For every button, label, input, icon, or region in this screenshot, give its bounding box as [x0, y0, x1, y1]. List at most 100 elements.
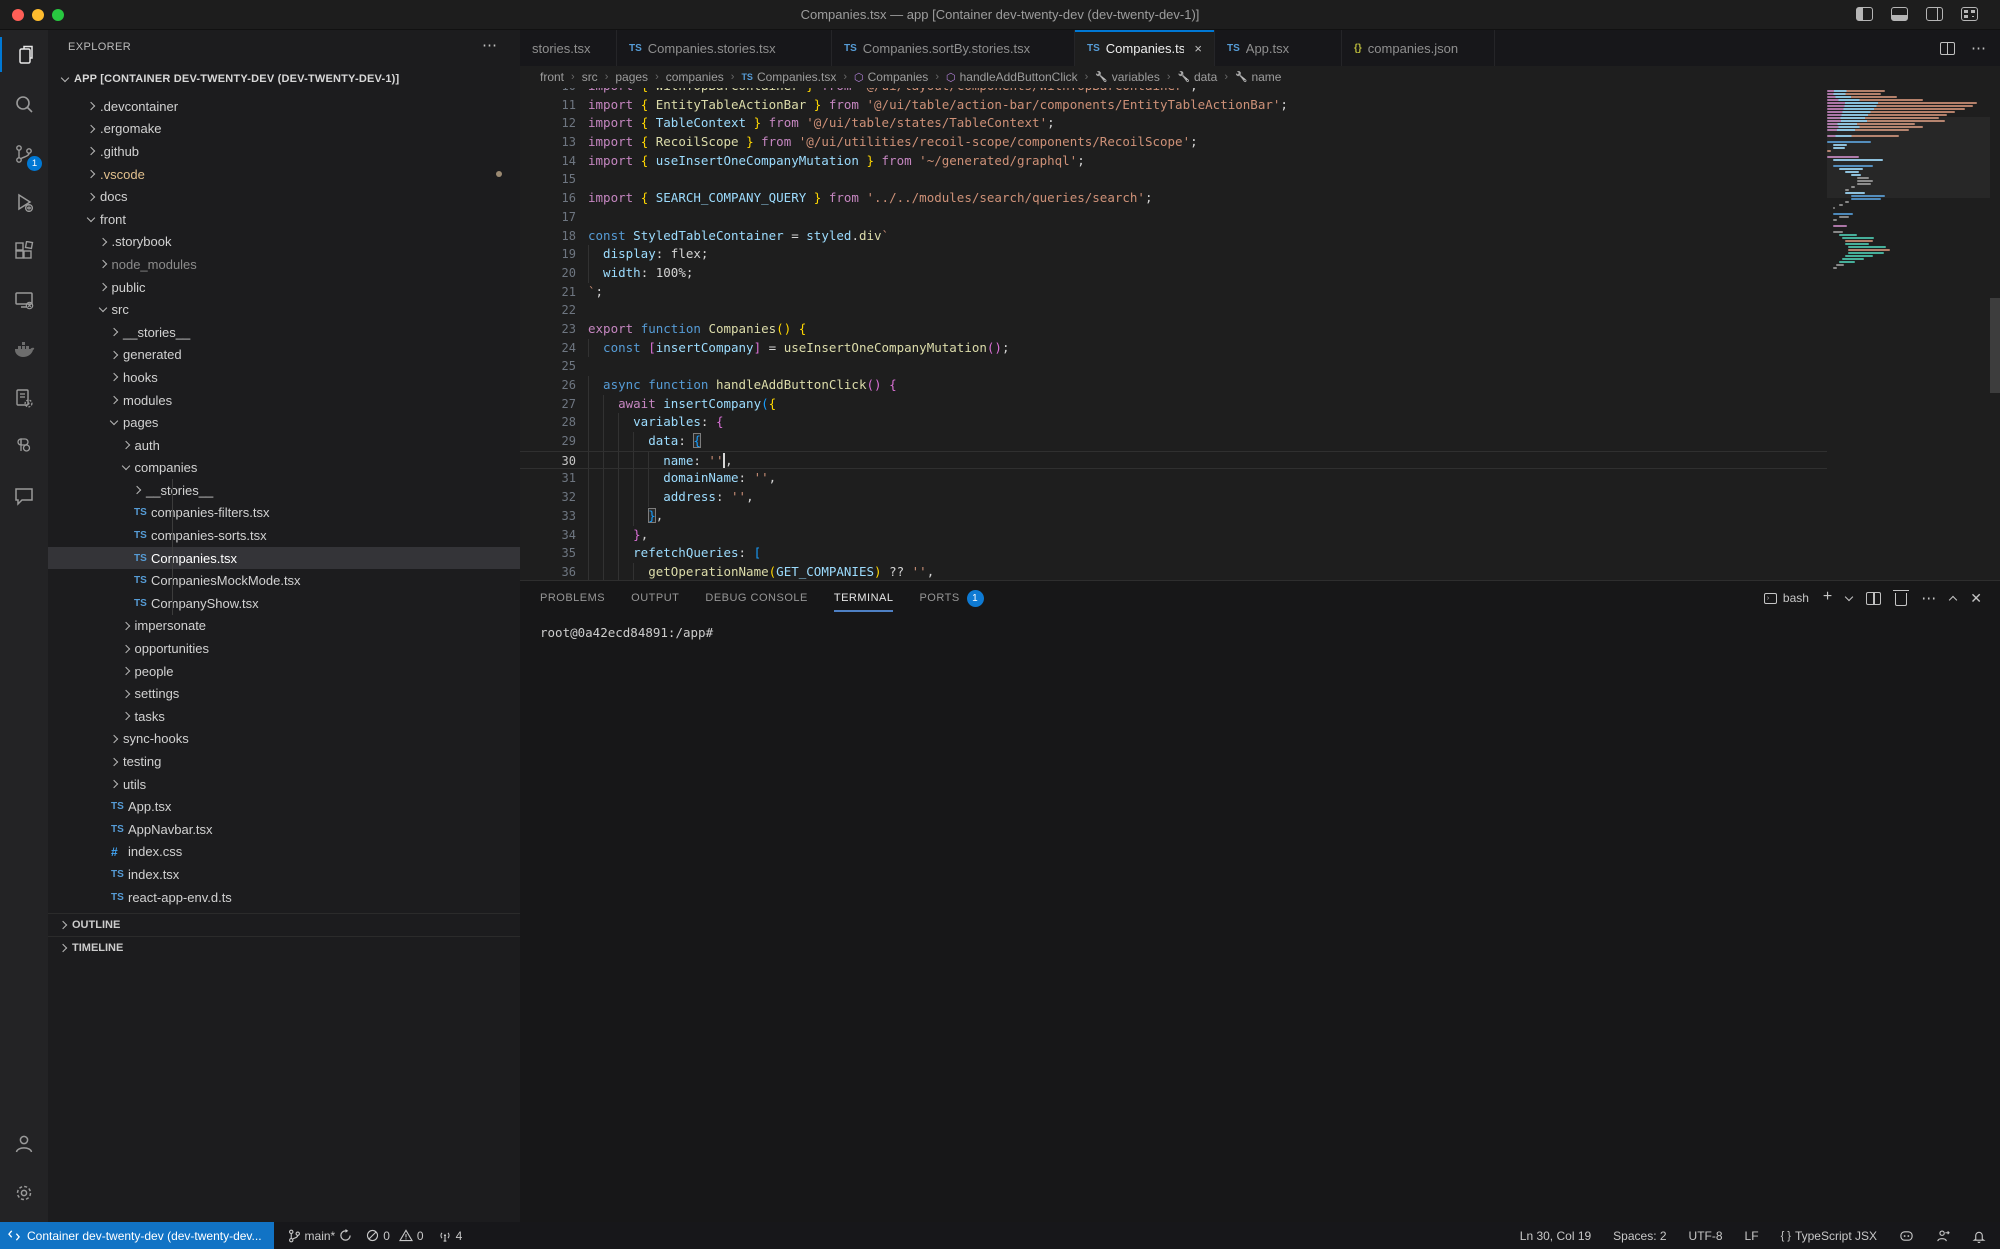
code-line-21[interactable]: 21`; — [520, 283, 1827, 302]
close-panel-icon[interactable]: ✕ — [1970, 590, 1982, 607]
tree-folder-people[interactable]: people — [48, 660, 520, 683]
activity-bar-item-search[interactable] — [0, 79, 48, 128]
activity-bar-item-run-and-debug[interactable] — [0, 177, 48, 226]
breadcrumb-item-variables[interactable]: 🔧variables — [1095, 70, 1159, 84]
panel-more-actions-icon[interactable]: ⋯ — [1921, 589, 1936, 607]
tree-folder-generated[interactable]: generated — [48, 344, 520, 367]
tree-file-index.css[interactable]: #index.css — [48, 841, 520, 864]
remote-indicator[interactable]: Container dev-twenty-dev (dev-twenty-dev… — [0, 1222, 274, 1249]
code-line-18[interactable]: 18const StyledTableContainer = styled.di… — [520, 227, 1827, 246]
customize-layout-icon[interactable] — [1961, 7, 1978, 21]
tree-folder-docs[interactable]: docs — [48, 185, 520, 208]
code-line-19[interactable]: 19 display: flex; — [520, 245, 1827, 264]
tree-file-AppNavbar.tsx[interactable]: TSAppNavbar.tsx — [48, 818, 520, 841]
panel-tab-debug-console[interactable]: DEBUG CONSOLE — [705, 592, 807, 604]
tree-folder-settings[interactable]: settings — [48, 682, 520, 705]
workspace-section-header[interactable]: APP [CONTAINER DEV-TWENTY-DEV (DEV-TWENT… — [48, 67, 520, 91]
activity-bar-item-source-control[interactable]: 1 — [0, 128, 48, 177]
timeline-section[interactable]: TIMELINE — [48, 936, 520, 959]
tree-file-index.tsx[interactable]: TSindex.tsx — [48, 863, 520, 886]
tree-file-Companies.tsx[interactable]: TSCompanies.tsx — [48, 547, 520, 570]
language-mode-status[interactable]: { } TypeScript JSX — [1781, 1229, 1877, 1243]
terminal-dropdown-icon[interactable] — [1845, 592, 1853, 600]
code-line-26[interactable]: 26 async function handleAddButtonClick()… — [520, 376, 1827, 395]
code-line-14[interactable]: 14import { useInsertOneCompanyMutation }… — [520, 152, 1827, 171]
code-editor[interactable]: 10import { WithTopBarContainer } from '@… — [520, 88, 2000, 580]
tree-folder-front[interactable]: front — [48, 208, 520, 231]
code-line-33[interactable]: 33 }, — [520, 507, 1827, 526]
panel-tab-terminal[interactable]: TERMINAL — [834, 592, 894, 604]
breadcrumb-item-Companies[interactable]: ⬡Companies — [854, 70, 928, 84]
close-tab-icon[interactable]: × — [1194, 41, 1202, 56]
indentation-status[interactable]: Spaces: 2 — [1613, 1229, 1666, 1243]
new-terminal-icon[interactable]: + — [1823, 588, 1832, 606]
editor-scrollbar[interactable] — [1990, 298, 2000, 393]
panel-tab-ports[interactable]: PORTS1 — [919, 590, 983, 607]
breadcrumb-item-pages[interactable]: pages — [615, 70, 648, 84]
activity-bar-item-file-settings[interactable] — [0, 373, 48, 422]
tree-file-CompanyShow.tsx[interactable]: TSCompanyShow.tsx — [48, 592, 520, 615]
breadcrumb-item-handleAddButtonClick[interactable]: ⬡handleAddButtonClick — [946, 70, 1078, 84]
toggle-secondary-sidebar-icon[interactable] — [1926, 7, 1943, 21]
activity-bar-item-explorer[interactable] — [0, 30, 48, 79]
toggle-panel-icon[interactable] — [1891, 7, 1908, 21]
encoding-status[interactable]: UTF-8 — [1689, 1229, 1723, 1243]
code-line-15[interactable]: 15 — [520, 170, 1827, 189]
terminal-profile[interactable]: › bash — [1764, 591, 1809, 605]
problems-status[interactable]: 0 0 — [366, 1229, 423, 1243]
tree-folder-testing[interactable]: testing — [48, 750, 520, 773]
split-terminal-icon[interactable] — [1866, 592, 1881, 605]
code-line-35[interactable]: 35 refetchQueries: [ — [520, 544, 1827, 563]
code-line-13[interactable]: 13import { RecoilScope } from '@/ui/util… — [520, 133, 1827, 152]
tree-file-App.tsx[interactable]: TSApp.tsx — [48, 795, 520, 818]
tree-folder-public[interactable]: public — [48, 276, 520, 299]
tree-file-react-app-env.d.ts[interactable]: TSreact-app-env.d.ts — [48, 886, 520, 909]
code-line-36[interactable]: 36 getOperationName(GET_COMPANIES) ?? ''… — [520, 563, 1827, 580]
copilot-status[interactable] — [1899, 1229, 1914, 1243]
code-line-16[interactable]: 16import { SEARCH_COMPANY_QUERY } from '… — [520, 189, 1827, 208]
activity-bar-item-settings-gear[interactable] — [0, 1167, 48, 1216]
tree-folder-.github[interactable]: .github — [48, 140, 520, 163]
activity-bar-item-accounts[interactable] — [0, 1118, 48, 1167]
tree-folder-pages[interactable]: pages — [48, 411, 520, 434]
panel-tab-output[interactable]: OUTPUT — [631, 592, 679, 604]
editor-tab-App.tsx[interactable]: TSApp.tsx — [1215, 30, 1342, 66]
cursor-position-status[interactable]: Ln 30, Col 19 — [1520, 1229, 1591, 1243]
explorer-more-actions-icon[interactable]: ⋯ — [482, 36, 498, 54]
tree-folder-auth[interactable]: auth — [48, 434, 520, 457]
git-branch-status[interactable]: main* — [288, 1229, 353, 1243]
tree-folder-.storybook[interactable]: .storybook — [48, 231, 520, 254]
breadcrumb-item-src[interactable]: src — [582, 70, 598, 84]
tree-folder-stories[interactable]: __stories__ — [48, 479, 520, 502]
kill-terminal-icon[interactable] — [1895, 593, 1907, 606]
forwarded-ports-status[interactable]: 4 — [438, 1229, 463, 1243]
activity-bar-item-docker[interactable] — [0, 324, 48, 373]
tree-folder-sync-hooks[interactable]: sync-hooks — [48, 728, 520, 751]
code-line-17[interactable]: 17 — [520, 208, 1827, 227]
tree-folder-utils[interactable]: utils — [48, 773, 520, 796]
activity-bar-item-comments[interactable] — [0, 471, 48, 520]
tree-file-companies-sorts.tsx[interactable]: TScompanies-sorts.tsx — [48, 524, 520, 547]
code-line-20[interactable]: 20 width: 100%; — [520, 264, 1827, 283]
code-line-12[interactable]: 12import { TableContext } from '@/ui/tab… — [520, 114, 1827, 133]
code-line-30[interactable]: 30 name: '', — [520, 451, 1827, 470]
minimap-viewport[interactable] — [1827, 117, 1990, 198]
tree-folder-hooks[interactable]: hooks — [48, 366, 520, 389]
breadcrumb-item-companies[interactable]: companies — [666, 70, 724, 84]
breadcrumb-item-data[interactable]: 🔧data — [1178, 70, 1218, 84]
tree-file-CompaniesMockMode.tsx[interactable]: TSCompaniesMockMode.tsx — [48, 569, 520, 592]
code-line-25[interactable]: 25 — [520, 357, 1827, 376]
breadcrumb-item-name[interactable]: 🔧name — [1235, 70, 1281, 84]
editor-tab-Companies.tsx[interactable]: TSCompanies.tsx× — [1075, 30, 1215, 66]
code-line-32[interactable]: 32 address: '', — [520, 488, 1827, 507]
tree-folder-impersonate[interactable]: impersonate — [48, 615, 520, 638]
code-line-10[interactable]: 10import { WithTopBarContainer } from '@… — [520, 88, 1827, 96]
tree-folder-companies[interactable]: companies — [48, 457, 520, 480]
editor-tab-stories.tsx[interactable]: stories.tsx — [520, 30, 617, 66]
toggle-sidebar-icon[interactable] — [1856, 7, 1873, 21]
tree-folder-modules[interactable]: modules — [48, 389, 520, 412]
code-line-29[interactable]: 29 data: { — [520, 432, 1827, 451]
notifications-status[interactable] — [1972, 1229, 1986, 1243]
breadcrumb-item-front[interactable]: front — [540, 70, 564, 84]
eol-status[interactable]: LF — [1745, 1229, 1759, 1243]
